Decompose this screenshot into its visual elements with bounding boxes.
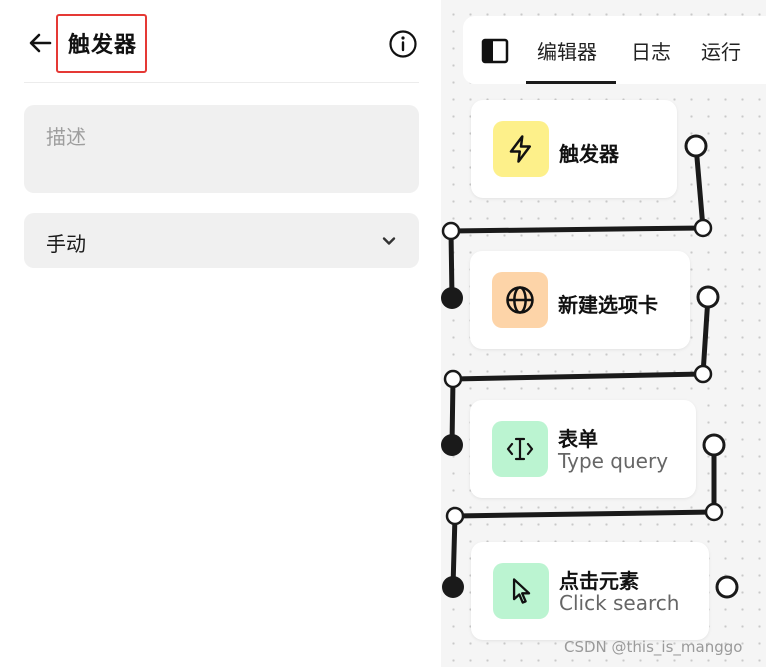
workflow-node-click-element[interactable]: 点击元素 Click search [471, 542, 709, 640]
workflow-node-trigger[interactable]: 触发器 [471, 100, 677, 198]
arrow-left-icon [29, 33, 52, 53]
tab-logs[interactable]: 日志 [631, 36, 671, 65]
tab-editor[interactable]: 编辑器 [537, 36, 597, 65]
workflow-node-form[interactable]: 表单 Type query [470, 400, 696, 498]
editor-toolbar: 编辑器 日志 运行 [463, 16, 766, 84]
node-title: 表单 [558, 427, 598, 451]
info-icon [389, 30, 417, 58]
description-field[interactable]: 描述 [24, 105, 419, 193]
node-title: 触发器 [559, 142, 619, 166]
chevron-down-icon [382, 237, 396, 245]
page-title: 触发器 [68, 33, 138, 58]
click-node-icon-box [493, 563, 549, 619]
node-title: 新建选项卡 [558, 293, 658, 317]
output-ports [684, 134, 739, 599]
watermark: CSDN @this_is_manggo [564, 638, 743, 656]
sidebar-panel-icon [481, 38, 509, 64]
header-divider [24, 82, 419, 83]
text-cursor-icon [506, 437, 534, 461]
active-tab-indicator [526, 81, 616, 84]
form-node-icon-box [492, 421, 548, 477]
settings-panel: 触发器 描述 手动 [0, 0, 441, 667]
panel-header: 触发器 [0, 0, 441, 82]
info-button[interactable] [388, 29, 418, 59]
new-tab-node-icon-box [492, 272, 548, 328]
trigger-type-select[interactable]: 手动 [24, 213, 419, 268]
cursor-pointer-icon [512, 578, 531, 604]
tab-run[interactable]: 运行 [701, 36, 741, 65]
workflow-node-new-tab[interactable]: 新建选项卡 [470, 251, 690, 349]
workflow-canvas[interactable]: 编辑器 日志 运行 触发器 新建选项卡 表单 Type query 点击元素 C… [441, 0, 766, 667]
node-subtitle: Click search [559, 591, 680, 615]
trigger-type-value: 手动 [46, 232, 86, 256]
lightning-icon [509, 135, 531, 163]
back-button[interactable] [26, 28, 56, 58]
node-title: 点击元素 [559, 569, 639, 593]
sidebar-toggle-button[interactable] [481, 38, 509, 64]
trigger-node-icon-box [493, 121, 549, 177]
globe-icon [506, 286, 534, 314]
node-subtitle: Type query [558, 449, 669, 473]
description-placeholder: 描述 [46, 125, 86, 149]
